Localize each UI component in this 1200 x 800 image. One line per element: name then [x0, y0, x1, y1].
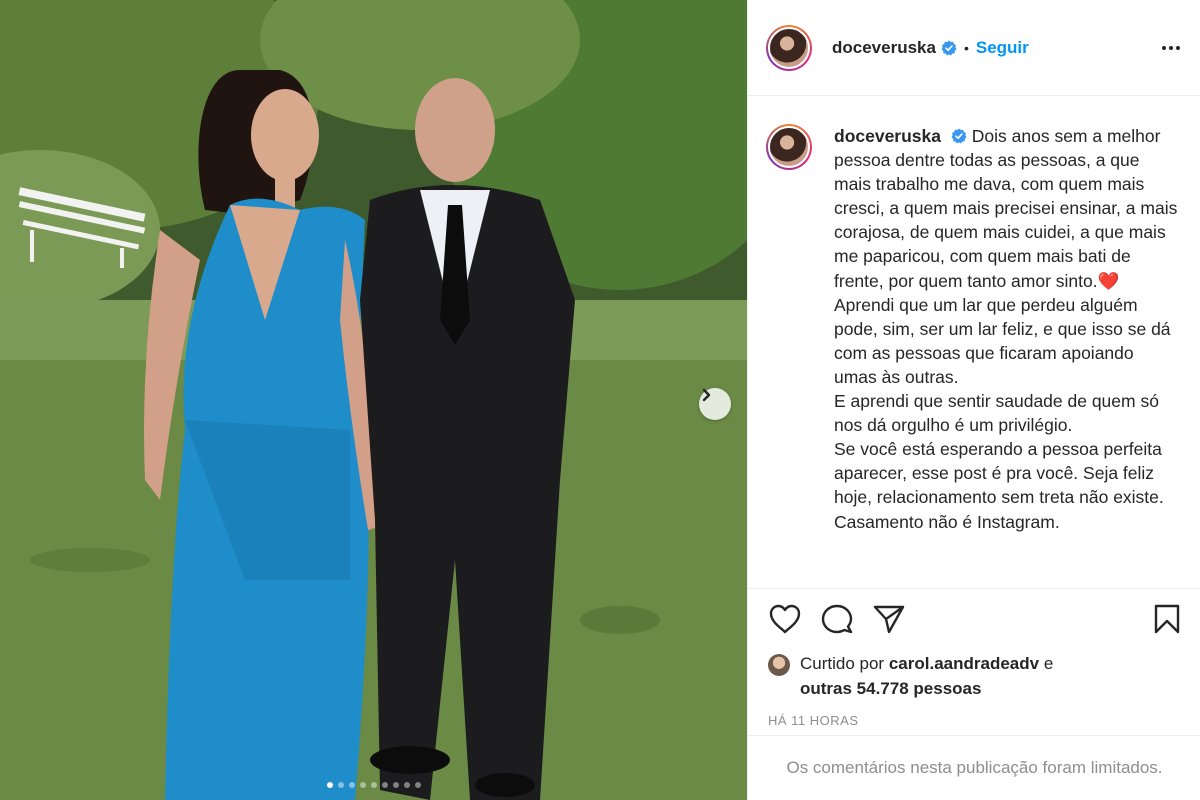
share-icon [873, 605, 905, 633]
bookmark-icon [1154, 604, 1180, 633]
likes-text: Curtido por carol.aandradeadv e outras 5… [800, 651, 1053, 701]
verified-icon [941, 40, 957, 56]
comment-icon [821, 604, 853, 633]
caption-text: Aprendi que um lar que perdeu alguém pod… [834, 294, 1171, 387]
comments-limited-notice: Os comentários nesta publicação foram li… [748, 735, 1200, 800]
next-slide-button[interactable] [699, 388, 731, 420]
photo-illustration [0, 0, 747, 800]
carousel-dot [337, 782, 344, 788]
separator: • [963, 39, 969, 56]
liker-username[interactable]: carol.aandradeadv [889, 654, 1039, 673]
post-side-panel: doceveruska • Seguir doceveruska Dois an… [747, 0, 1200, 800]
save-button[interactable] [1152, 603, 1182, 640]
chevron-right-icon [702, 388, 711, 402]
post-caption: doceveruska Dois anos sem a melhor pesso… [834, 124, 1180, 588]
carousel-dot [392, 782, 399, 788]
carousel-dot [348, 782, 355, 788]
carousel-indicator [0, 782, 747, 788]
username-link[interactable]: doceveruska [832, 38, 936, 58]
more-options-button[interactable] [1162, 40, 1180, 56]
liker-avatar[interactable] [768, 654, 790, 676]
caption-text: E aprendi que sentir saudade de quem só … [834, 391, 1159, 436]
caption-section: doceveruska Dois anos sem a melhor pesso… [748, 96, 1200, 588]
comment-button[interactable] [820, 603, 854, 640]
post-header: doceveruska • Seguir [748, 0, 1200, 96]
likes-conjunction: e [1043, 654, 1054, 673]
carousel-dot [381, 782, 388, 788]
share-button[interactable] [872, 603, 906, 640]
caption-paragraph: doceveruska Dois anos sem a melhor pesso… [834, 124, 1180, 293]
likes-prefix: Curtido por [800, 654, 885, 673]
caption-username[interactable]: doceveruska [834, 126, 941, 146]
instagram-post: doceveruska • Seguir doceveruska Dois an… [0, 0, 1200, 800]
carousel-dot [403, 782, 410, 788]
heart-icon [769, 604, 801, 633]
action-icons [768, 603, 1182, 639]
follow-button[interactable]: Seguir [976, 38, 1029, 58]
likes-count[interactable]: outras 54.778 pessoas [800, 679, 981, 698]
post-actions: Curtido por carol.aandradeadv e outras 5… [748, 588, 1200, 728]
carousel-dot [414, 782, 421, 788]
avatar[interactable] [766, 24, 812, 71]
verified-icon [951, 128, 967, 144]
more-icon [1162, 45, 1166, 50]
caption-text: Se você está esperando a pessoa perfeita… [834, 439, 1164, 532]
post-photo[interactable] [0, 0, 747, 800]
caption-avatar[interactable] [766, 124, 812, 170]
carousel-dot [326, 782, 333, 788]
carousel-dot [370, 782, 377, 788]
likes-summary: Curtido por carol.aandradeadv e outras 5… [768, 651, 1182, 701]
post-timestamp[interactable]: HÁ 11 HORAS [768, 713, 1182, 728]
carousel-dot [359, 782, 366, 788]
caption-text: Dois anos sem a melhor pessoa dentre tod… [834, 126, 1178, 291]
like-button[interactable] [768, 603, 802, 640]
